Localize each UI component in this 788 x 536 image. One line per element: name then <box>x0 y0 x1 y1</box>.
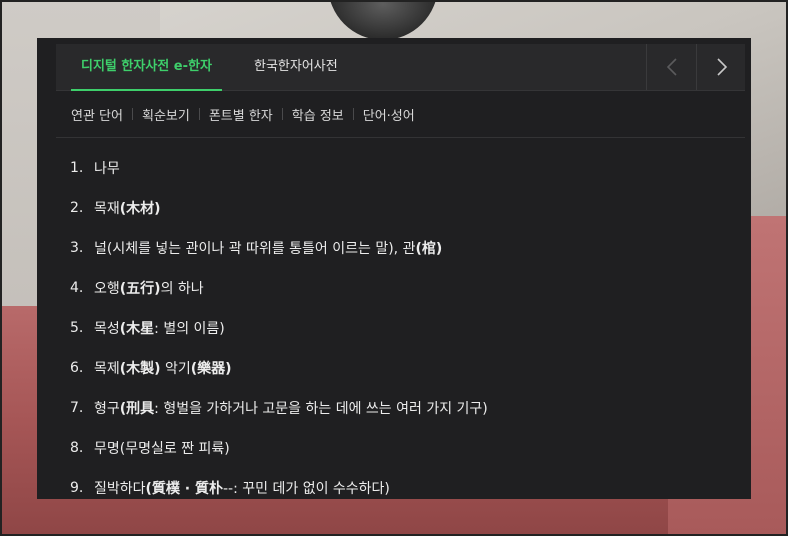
hanja-term: (質樸 · 質朴 <box>145 481 223 497</box>
subnav-words-idioms[interactable]: 단어·성어 <box>363 105 415 124</box>
tab-korean-hanja-word-dictionary[interactable]: 한국한자어사전 <box>254 44 338 90</box>
definition-item: 1. 나무 <box>70 148 730 188</box>
definition-fragment: --: 꾸민 데가 없이 수수하다) <box>223 481 390 497</box>
subnav-related-words[interactable]: 연관 단어 <box>71 105 123 124</box>
definition-text: 오행(五行)의 하나 <box>94 278 204 298</box>
definition-number: 5. <box>70 320 84 336</box>
chevron-right-icon <box>716 58 727 76</box>
definition-fragment: 목재 <box>94 201 120 217</box>
definition-number: 2. <box>70 200 84 216</box>
sub-navigation: 연관 단어 획순보기 폰트별 한자 학습 정보 단어·성어 <box>71 104 415 124</box>
definition-number: 8. <box>70 440 84 456</box>
subnav-separator <box>198 108 200 120</box>
subnav-separator <box>131 108 133 120</box>
definition-number: 9. <box>70 480 84 496</box>
prev-button[interactable] <box>646 44 696 90</box>
definition-number: 6. <box>70 360 84 376</box>
hanja-term: (棺) <box>415 241 443 257</box>
definition-fragment: : 별의 이름) <box>154 321 225 337</box>
next-button[interactable] <box>696 44 746 90</box>
definition-text: 목재(木材) <box>94 198 161 218</box>
definition-text: 형구(刑具: 형벌을 가하거나 고문을 하는 데에 쓰는 여러 가지 기구) <box>94 398 488 418</box>
definition-number: 3. <box>70 240 84 256</box>
hanja-term: (五行) <box>119 281 161 297</box>
hanja-term: (刑具 <box>119 401 155 417</box>
subnav-stroke-order[interactable]: 획순보기 <box>142 105 190 124</box>
definition-text: 무명(무명실로 짠 피륙) <box>94 438 230 458</box>
definition-text: 널(시체를 넣는 관이나 곽 따위를 통틀어 이르는 말), 관(棺) <box>94 238 442 258</box>
definition-fragment: 의 하나 <box>160 281 204 297</box>
definition-fragment: 형구 <box>94 401 120 417</box>
definition-item: 3. 널(시체를 넣는 관이나 곽 따위를 통틀어 이르는 말), 관(棺) <box>70 228 730 268</box>
hanja-term: (木材) <box>119 201 161 217</box>
tab-bar: 디지털 한자사전 e-한자 한국한자어사전 <box>56 44 745 91</box>
definition-text: 나무 <box>94 158 120 178</box>
definition-number: 1. <box>70 160 84 176</box>
subnav-study-info[interactable]: 학습 정보 <box>292 105 344 124</box>
definition-text: 목성(木星: 별의 이름) <box>94 318 225 338</box>
divider <box>56 137 745 138</box>
definition-fragment: 널(시체를 넣는 관이나 곽 따위를 통틀어 이르는 말), 관 <box>94 241 416 257</box>
definition-fragment: 오행 <box>94 281 120 297</box>
subnav-separator <box>281 108 283 120</box>
definition-fragment: 무명(무명실로 짠 피륙) <box>94 441 230 457</box>
definition-item: 7. 형구(刑具: 형벌을 가하거나 고문을 하는 데에 쓰는 여러 가지 기구) <box>70 388 730 428</box>
definition-text: 목제(木製) 악기(樂器) <box>94 358 232 378</box>
dictionary-panel: 디지털 한자사전 e-한자 한국한자어사전 연관 단어 획순보기 폰트별 한자 … <box>37 38 751 499</box>
definition-fragment: 악기 <box>160 361 191 377</box>
chevron-left-icon <box>666 58 677 76</box>
definition-fragment: 목성 <box>94 321 120 337</box>
definition-fragment: 질박하다 <box>94 481 146 497</box>
definition-list: 1. 나무 2. 목재(木材) 3. 널(시체를 넣는 관이나 곽 따위를 통틀어 이르는… <box>70 148 730 508</box>
subnav-separator <box>352 108 354 120</box>
hanja-term: (木製) <box>119 361 161 377</box>
definition-fragment: 나무 <box>94 161 120 177</box>
definition-item: 9. 질박하다(質樸 · 質朴--: 꾸민 데가 없이 수수하다) <box>70 468 730 508</box>
definition-item: 4. 오행(五行)의 하나 <box>70 268 730 308</box>
definition-item: 8. 무명(무명실로 짠 피륙) <box>70 428 730 468</box>
definition-item: 6. 목제(木製) 악기(樂器) <box>70 348 730 388</box>
definition-number: 7. <box>70 400 84 416</box>
definition-fragment: : 형벌을 가하거나 고문을 하는 데에 쓰는 여러 가지 기구) <box>154 401 488 417</box>
definition-item: 2. 목재(木材) <box>70 188 730 228</box>
hanja-term: (樂器) <box>190 361 232 377</box>
subnav-font-hanja[interactable]: 폰트별 한자 <box>209 105 273 124</box>
definition-fragment: 목제 <box>94 361 120 377</box>
hanja-term: (木星 <box>119 321 155 337</box>
definition-text: 질박하다(質樸 · 質朴--: 꾸민 데가 없이 수수하다) <box>94 478 390 498</box>
definition-item: 5. 목성(木星: 별의 이름) <box>70 308 730 348</box>
tab-digital-hanja-dictionary[interactable]: 디지털 한자사전 e-한자 <box>71 44 222 91</box>
definition-number: 4. <box>70 280 84 296</box>
